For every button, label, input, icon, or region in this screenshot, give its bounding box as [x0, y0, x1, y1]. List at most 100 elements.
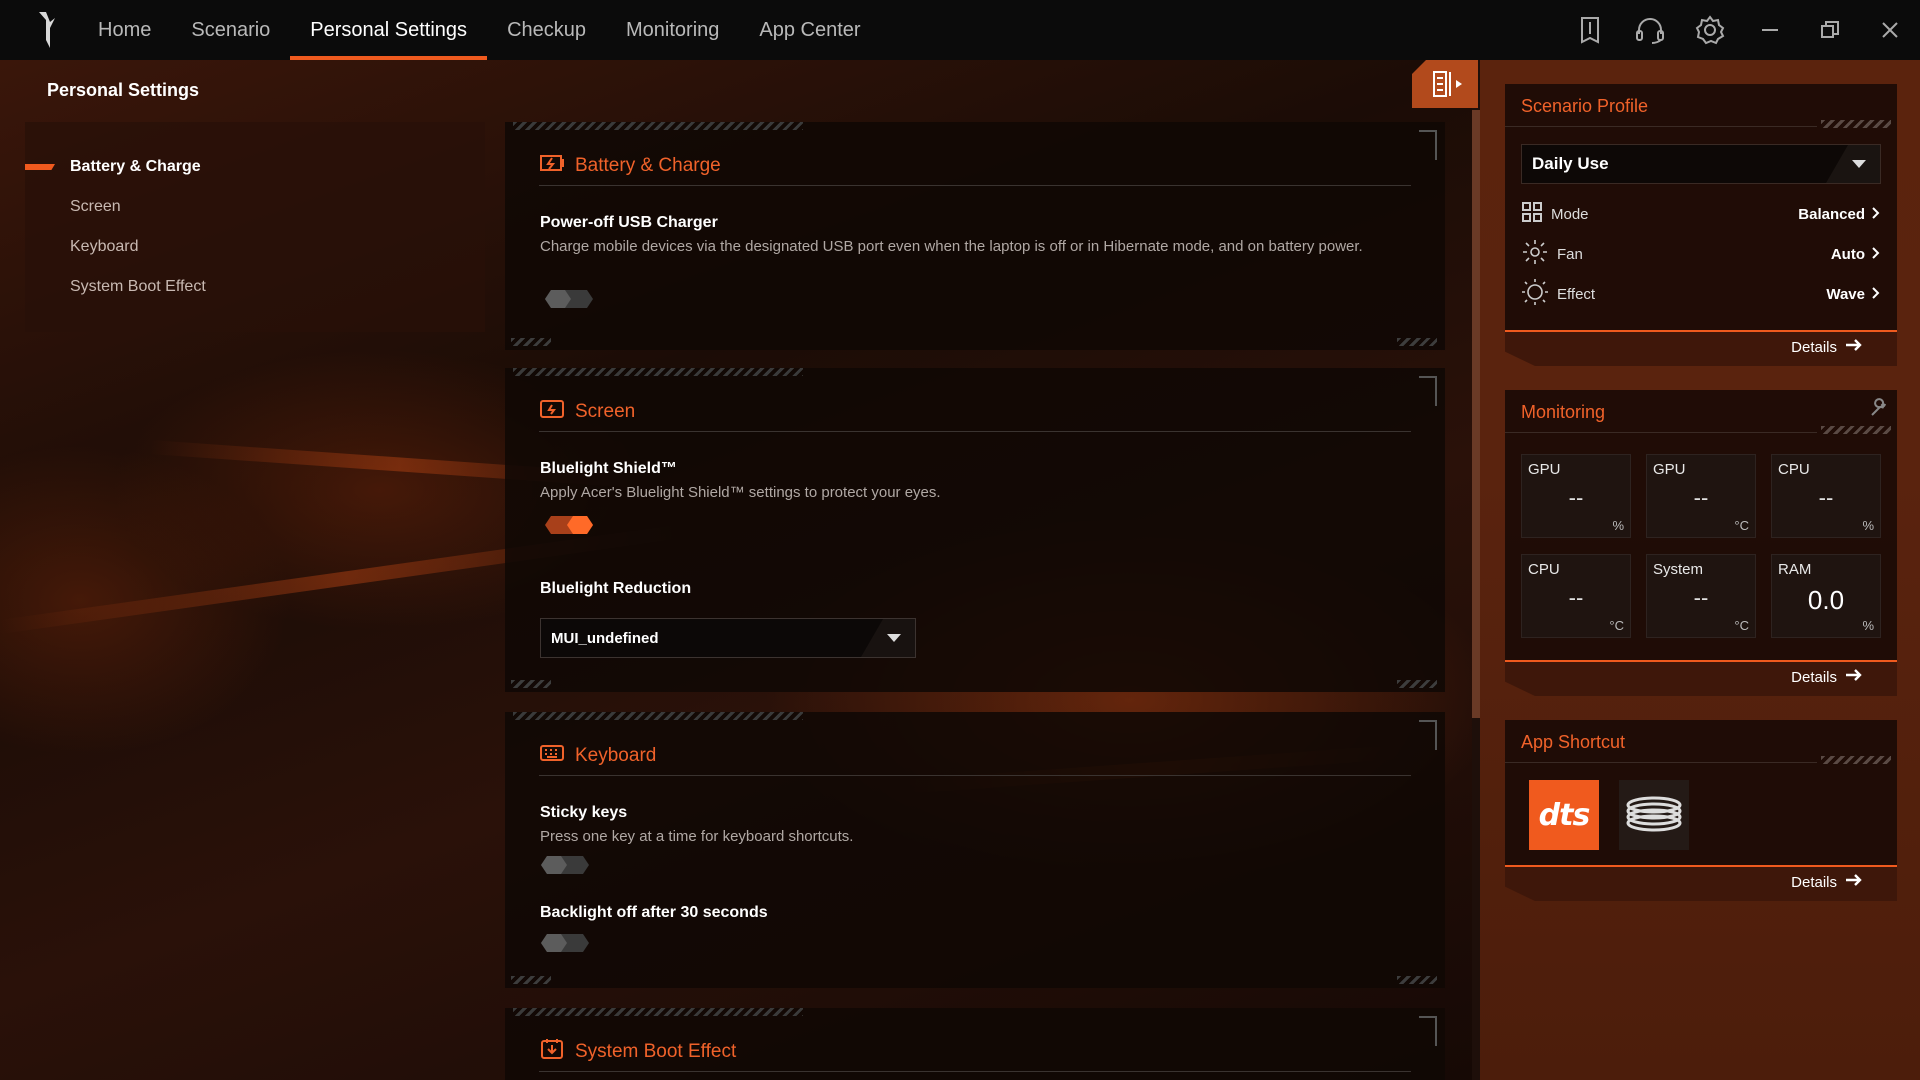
card-stripes [513, 122, 803, 130]
details-label: Details [1791, 873, 1837, 891]
card-stripes [1397, 338, 1437, 346]
active-menu-marker [25, 164, 55, 170]
restore-icon[interactable] [1800, 0, 1860, 60]
nav-app-center[interactable]: App Center [739, 0, 880, 60]
card-stripes [511, 338, 551, 346]
collapse-panel-button[interactable] [1412, 60, 1478, 108]
card-corner [1419, 376, 1437, 406]
arrow-right-icon [1845, 668, 1863, 686]
sticky-keys-name: Sticky keys [540, 804, 628, 821]
fan-icon [1521, 238, 1549, 270]
top-navigation-bar: Home Scenario Personal Settings Checkup … [0, 0, 1920, 60]
usb-charger-toggle[interactable] [545, 290, 593, 308]
sticky-keys-toggle[interactable] [541, 856, 589, 874]
monitor-tile-ram-usage: RAM 0.0 % [1771, 554, 1881, 638]
scenario-details-link[interactable]: Details [1791, 338, 1863, 356]
dts-app-icon[interactable]: dts [1529, 780, 1599, 850]
wrench-icon[interactable] [1869, 398, 1889, 423]
keyboard-icon[interactable] [1560, 0, 1620, 60]
nav-checkup[interactable]: Checkup [487, 0, 606, 60]
tile-label: RAM [1778, 561, 1812, 578]
scenario-profile-select[interactable]: Daily Use [1521, 144, 1881, 184]
profile-row-label: Effect [1557, 285, 1596, 303]
chevron-right-icon [1871, 206, 1881, 223]
bluelight-reduction-select[interactable]: MUI_undefined [540, 618, 916, 658]
coil-app-icon[interactable] [1619, 780, 1689, 850]
tile-value: -- [1568, 585, 1584, 610]
usb-charger-desc: Charge mobile devices via the designated… [540, 238, 1363, 255]
gear-icon[interactable] [1680, 0, 1740, 60]
monitoring-card: Monitoring GPU -- % GPU -- °C CPU -- % C… [1505, 390, 1897, 660]
bluelight-reduction-value: MUI_undefined [551, 629, 659, 647]
tile-unit: % [1862, 518, 1874, 533]
keyboard-card: Keyboard Sticky keys Press one key at a … [505, 712, 1445, 988]
scenario-profile-card: Scenario Profile Daily Use Mode Balanced… [1505, 84, 1897, 330]
close-icon[interactable] [1860, 0, 1920, 60]
tile-value: -- [1818, 485, 1834, 510]
tile-label: CPU [1778, 461, 1810, 478]
tile-value: -- [1693, 485, 1709, 510]
scenario-profile-value: Daily Use [1532, 154, 1609, 173]
monitor-tile-system-temp: System -- °C [1646, 554, 1756, 638]
backlight-off-toggle[interactable] [541, 934, 589, 952]
chevron-right-icon [1871, 286, 1881, 303]
predator-logo-icon [24, 0, 70, 60]
app-shortcut-details-link[interactable]: Details [1791, 873, 1863, 891]
card-corner [1419, 1016, 1437, 1046]
menu-item-battery-charge[interactable]: Battery & Charge [70, 158, 201, 176]
page-title: Personal Settings [47, 80, 200, 100]
divider [1505, 126, 1817, 127]
headset-icon[interactable] [1620, 0, 1680, 60]
menu-item-system-boot-effect[interactable]: System Boot Effect [70, 278, 206, 296]
nav-monitoring[interactable]: Monitoring [606, 0, 739, 60]
card-header: Keyboard [539, 736, 1411, 776]
scenario-profile-title: Scenario Profile [1521, 96, 1649, 116]
monitor-tile-cpu-temp: CPU -- °C [1521, 554, 1631, 638]
profile-row-value: Wave [1826, 285, 1865, 303]
card-title: Battery & Charge [575, 154, 721, 176]
chevron-down-icon [859, 619, 915, 657]
bluelight-shield-toggle[interactable] [545, 516, 593, 534]
card-stripes [1397, 976, 1437, 984]
profile-row-effect[interactable]: Effect Wave [1521, 279, 1881, 309]
battery-charge-card: Battery & Charge Power-off USB Charger C… [505, 122, 1445, 350]
card-stripes [513, 1008, 803, 1016]
monitor-tile-gpu-usage: GPU -- % [1521, 454, 1631, 538]
profile-row-mode[interactable]: Mode Balanced [1521, 199, 1881, 229]
keyboard-icon [539, 742, 565, 769]
card-title: Keyboard [575, 744, 657, 766]
dts-app-label: dts [1538, 797, 1591, 833]
card-header: System Boot Effect [539, 1032, 1411, 1072]
app-shortcut-details-bar: Details [1505, 865, 1897, 901]
scenario-details-bar: Details [1505, 330, 1897, 366]
app-shortcut-title: App Shortcut [1521, 732, 1626, 752]
profile-row-fan[interactable]: Fan Auto [1521, 239, 1881, 269]
card-corner [1419, 130, 1437, 160]
menu-item-screen[interactable]: Screen [70, 198, 121, 216]
scrollbar-thumb[interactable] [1472, 110, 1480, 718]
tile-value: -- [1693, 585, 1709, 610]
card-stripes [511, 680, 551, 688]
right-sidebar: Scenario Profile Daily Use Mode Balanced… [1480, 60, 1920, 1080]
nav-home[interactable]: Home [78, 0, 171, 60]
chevron-right-icon [1871, 246, 1881, 263]
monitor-tile-gpu-temp: GPU -- °C [1646, 454, 1756, 538]
divider [1505, 432, 1817, 433]
bluelight-shield-desc: Apply Acer's Bluelight Shield™ settings … [540, 484, 941, 501]
details-label: Details [1791, 668, 1837, 686]
boot-icon [539, 1038, 565, 1065]
tile-label: System [1653, 561, 1704, 578]
monitoring-details-link[interactable]: Details [1791, 668, 1863, 686]
divider [1505, 762, 1817, 763]
tile-unit: % [1612, 518, 1624, 533]
card-stripes [511, 976, 551, 984]
monitoring-title: Monitoring [1521, 402, 1606, 422]
sticky-keys-desc: Press one key at a time for keyboard sho… [540, 828, 854, 845]
tile-value: -- [1568, 485, 1584, 510]
menu-item-keyboard[interactable]: Keyboard [70, 238, 139, 256]
sun-icon [1521, 278, 1549, 310]
card-stripes [1397, 680, 1437, 688]
nav-personal-settings[interactable]: Personal Settings [290, 0, 487, 60]
minimize-icon[interactable] [1740, 0, 1800, 60]
nav-scenario[interactable]: Scenario [171, 0, 290, 60]
